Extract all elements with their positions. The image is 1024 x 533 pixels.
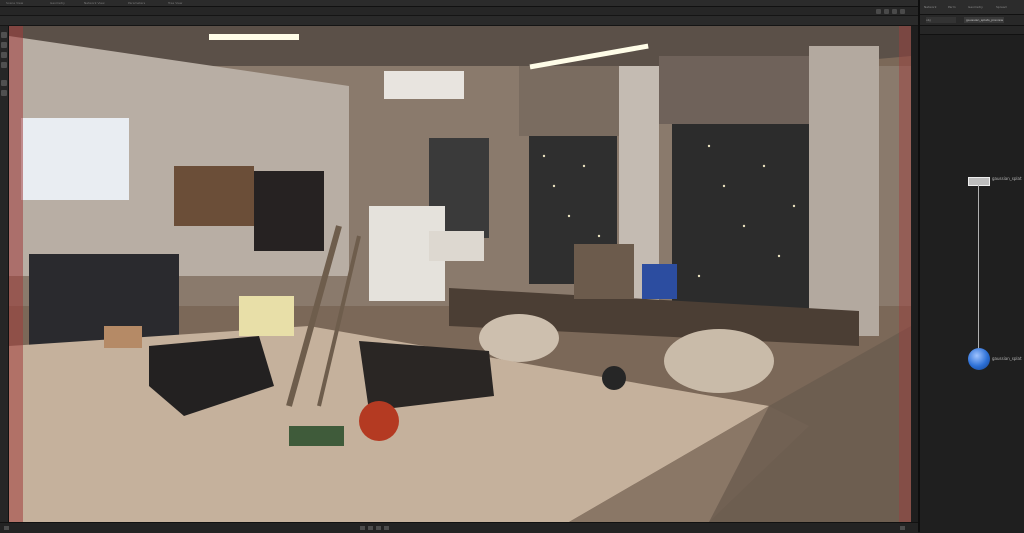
viewport-scene <box>9 26 911 522</box>
keyframe-icon[interactable] <box>360 526 365 530</box>
frame-border-right <box>899 26 911 522</box>
network-path-field[interactable]: gaussian_splats_preview <box>964 17 1004 23</box>
handle-tool-icon[interactable] <box>1 80 7 86</box>
tab-spread[interactable]: Spread <box>994 3 1009 11</box>
menu-bar: Scene View Geometry Network View Paramet… <box>0 0 1024 7</box>
viewport-subtoolbar <box>0 16 918 26</box>
tab-network[interactable]: Network <box>922 3 939 11</box>
node-label-bottom: gaussian_splat <box>992 356 1022 361</box>
network-panel: Network Parm Geometry Spread obj gaussia… <box>918 0 1024 532</box>
network-path-bar: obj gaussian_splats_preview <box>920 15 1024 26</box>
tab-geometry[interactable]: Geometry <box>48 0 82 6</box>
node-label-top: gaussian_splat <box>992 176 1022 181</box>
select-tool-icon[interactable] <box>1 32 7 38</box>
view-menu-icon[interactable] <box>900 9 905 14</box>
viewport-toolbar <box>0 7 918 16</box>
camera-menu-icon[interactable] <box>884 9 889 14</box>
play-icon[interactable] <box>4 526 9 530</box>
display-options-icon[interactable] <box>876 9 881 14</box>
scale-tool-icon[interactable] <box>1 62 7 68</box>
tab-geometry-spreadsheet[interactable]: Geometry <box>966 3 985 11</box>
frame-border-left <box>9 26 23 522</box>
realtime-toggle-icon[interactable] <box>900 526 905 530</box>
left-toolbar <box>0 26 9 522</box>
move-tool-icon[interactable] <box>1 42 7 48</box>
step-back-icon[interactable] <box>368 526 373 530</box>
tab-network-view[interactable]: Network View <box>82 0 126 6</box>
timeline-bar <box>0 522 918 533</box>
tab-parm[interactable]: Parm <box>946 3 958 11</box>
tab-parameters[interactable]: Parameters <box>126 0 166 6</box>
network-toolbar <box>920 26 1024 35</box>
node-graph[interactable]: gaussian_splat gaussian_splat <box>920 35 1024 532</box>
node-connection-wire <box>978 185 979 355</box>
stop-icon[interactable] <box>384 526 389 530</box>
network-tabs: Network Parm Geometry Spread <box>920 0 1024 15</box>
node-gaussian-splat-top[interactable] <box>968 177 990 186</box>
viewport[interactable] <box>9 26 911 522</box>
network-context[interactable]: obj <box>926 17 956 23</box>
node-gaussian-splat-output-icon[interactable] <box>968 348 990 370</box>
rotate-tool-icon[interactable] <box>1 52 7 58</box>
tab-tree-view[interactable]: Tree View <box>166 0 200 6</box>
tab-scene-view[interactable]: Scene View <box>4 0 48 6</box>
pose-tool-icon[interactable] <box>1 90 7 96</box>
step-forward-icon[interactable] <box>376 526 381 530</box>
shading-menu-icon[interactable] <box>892 9 897 14</box>
